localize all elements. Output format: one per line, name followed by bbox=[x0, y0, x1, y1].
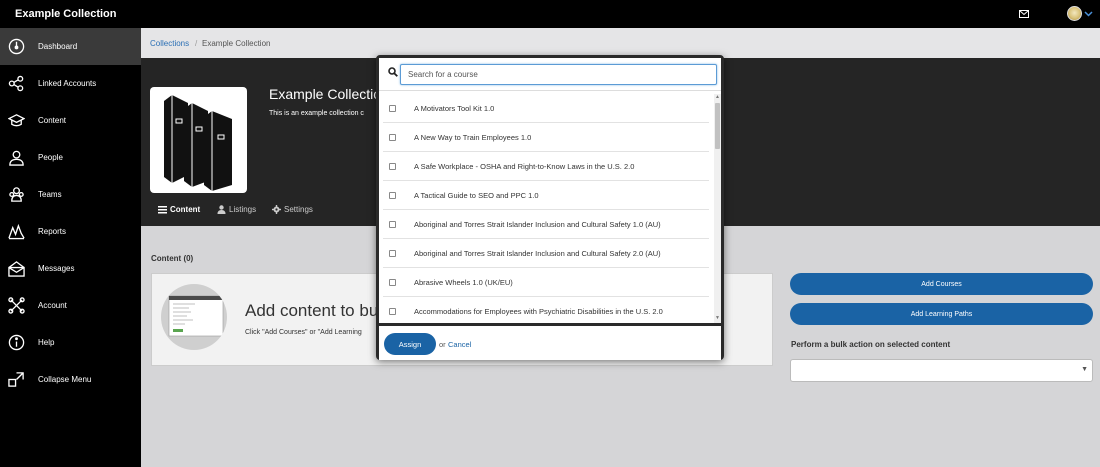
course-row[interactable]: Aboriginal and Torres Strait Islander In… bbox=[383, 210, 709, 239]
scroll-down-icon[interactable]: ▼ bbox=[715, 316, 720, 321]
sidebar-item-label: Linked Accounts bbox=[38, 79, 97, 88]
sidebar-item-people[interactable]: People bbox=[0, 139, 141, 176]
modal-footer: Assign or Cancel bbox=[379, 323, 721, 360]
sidebar-item-label: Messages bbox=[38, 264, 75, 273]
course-row[interactable]: A New Way to Train Employees 1.0 bbox=[383, 123, 709, 152]
sidebar-item-account[interactable]: Account bbox=[0, 287, 141, 324]
search-icon bbox=[388, 67, 398, 77]
course-checkbox[interactable] bbox=[389, 220, 396, 228]
gear-icon bbox=[272, 205, 281, 214]
sidebar-item-label: Content bbox=[38, 116, 67, 125]
tab-settings[interactable]: Settings bbox=[272, 205, 313, 214]
tools-icon bbox=[7, 297, 25, 315]
empty-illustration bbox=[161, 284, 227, 350]
team-icon bbox=[7, 186, 25, 204]
bulk-action-label: Perform a bulk action on selected conten… bbox=[791, 340, 951, 349]
collection-description: This is an example collection c bbox=[269, 110, 364, 117]
chevron-down-icon[interactable] bbox=[1084, 9, 1093, 18]
breadcrumb-current: Example Collection bbox=[202, 39, 271, 48]
avatar[interactable] bbox=[1067, 6, 1082, 21]
course-row[interactable]: Abrasive Wheels 1.0 (UK/EU) bbox=[383, 268, 709, 297]
course-row[interactable]: Aboriginal and Torres Strait Islander In… bbox=[383, 239, 709, 268]
share-icon bbox=[7, 75, 25, 93]
or-text: or bbox=[439, 340, 446, 349]
scroll-up-icon[interactable]: ▲ bbox=[715, 95, 720, 100]
empty-subtitle: Click "Add Courses" or "Add Learning bbox=[245, 329, 362, 336]
tab-content[interactable]: Content bbox=[158, 205, 200, 214]
sidebar-item-label: Dashboard bbox=[38, 42, 78, 51]
course-row[interactable]: A Motivators Tool Kit 1.0 bbox=[383, 94, 709, 123]
sidebar-item-label: Reports bbox=[38, 227, 67, 236]
course-checkbox[interactable] bbox=[389, 278, 396, 286]
dashboard-icon bbox=[7, 38, 25, 56]
breadcrumb-collections-link[interactable]: Collections bbox=[150, 39, 189, 48]
tab-label: Listings bbox=[229, 205, 257, 214]
course-row[interactable]: A Tactical Guide to SEO and PPC 1.0 bbox=[383, 181, 709, 210]
course-checkbox[interactable] bbox=[389, 133, 396, 141]
bulk-action-select[interactable]: ▼ bbox=[790, 359, 1093, 382]
collection-thumbnail bbox=[150, 87, 247, 193]
course-label: A New Way to Train Employees 1.0 bbox=[414, 132, 532, 142]
sidebar-item-dashboard[interactable]: Dashboard bbox=[0, 28, 141, 65]
course-label: Aboriginal and Torres Strait Islander In… bbox=[414, 219, 661, 229]
course-label: Accommodations for Employees with Psychi… bbox=[414, 306, 663, 316]
course-checkbox[interactable] bbox=[389, 249, 396, 257]
assign-course-modal: A Motivators Tool Kit 1.0 A New Way to T… bbox=[376, 55, 724, 360]
breadcrumb-separator: / bbox=[195, 39, 198, 48]
collection-title: Example Collectio bbox=[269, 86, 382, 102]
sidebar-item-label: Teams bbox=[38, 190, 62, 199]
add-learning-paths-button[interactable]: Add Learning Paths bbox=[790, 303, 1093, 325]
user-icon bbox=[217, 205, 226, 214]
course-label: A Safe Workplace - OSHA and Right-to-Kno… bbox=[414, 161, 635, 171]
collapse-icon bbox=[7, 371, 25, 389]
course-label: A Tactical Guide to SEO and PPC 1.0 bbox=[414, 190, 539, 200]
course-label: A Motivators Tool Kit 1.0 bbox=[414, 103, 495, 113]
course-checkbox[interactable] bbox=[389, 307, 396, 315]
tab-label: Content bbox=[170, 205, 201, 214]
tab-listings[interactable]: Listings bbox=[217, 205, 256, 214]
course-label: Aboriginal and Torres Strait Islander In… bbox=[414, 248, 661, 258]
sidebar-item-teams[interactable]: Teams bbox=[0, 176, 141, 213]
select-arrow-icon: ▼ bbox=[1081, 366, 1088, 373]
course-checkbox[interactable] bbox=[389, 104, 396, 112]
course-checkbox[interactable] bbox=[389, 191, 396, 199]
sidebar-item-reports[interactable]: Reports bbox=[0, 213, 141, 250]
course-row[interactable]: Accommodations for Employees with Psychi… bbox=[383, 297, 709, 323]
course-label: Abrasive Wheels 1.0 (UK/EU) bbox=[414, 277, 513, 287]
sidebar-item-label: Account bbox=[38, 301, 67, 310]
person-icon bbox=[7, 149, 25, 167]
mail-icon[interactable] bbox=[1019, 10, 1029, 18]
assign-button[interactable]: Assign bbox=[384, 333, 436, 355]
empty-title: Add content to bu bbox=[245, 301, 379, 320]
sidebar-item-linked-accounts[interactable]: Linked Accounts bbox=[0, 65, 141, 102]
sidebar-item-messages[interactable]: Messages bbox=[0, 250, 141, 287]
course-checkbox[interactable] bbox=[389, 162, 396, 170]
sidebar-item-label: Collapse Menu bbox=[38, 375, 92, 384]
sidebar: Dashboard Linked Accounts Content People… bbox=[0, 28, 141, 467]
content-count-label: Content (0) bbox=[151, 254, 194, 263]
tab-label: Settings bbox=[284, 205, 313, 214]
envelope-open-icon bbox=[7, 260, 25, 278]
sidebar-item-label: Help bbox=[38, 338, 55, 347]
sidebar-item-collapse-menu[interactable]: Collapse Menu bbox=[0, 361, 141, 398]
search-input[interactable] bbox=[400, 64, 717, 85]
add-courses-button[interactable]: Add Courses bbox=[790, 273, 1093, 295]
sidebar-item-label: People bbox=[38, 153, 63, 162]
books-icon bbox=[164, 95, 232, 191]
breadcrumb: Collections / Example Collection bbox=[141, 28, 1100, 58]
graduation-cap-icon bbox=[7, 112, 25, 130]
sidebar-item-help[interactable]: Help bbox=[0, 324, 141, 361]
course-list: A Motivators Tool Kit 1.0 A New Way to T… bbox=[379, 94, 721, 323]
chart-icon bbox=[7, 223, 25, 241]
cancel-link[interactable]: Cancel bbox=[448, 340, 471, 349]
app-title: Example Collection bbox=[15, 8, 117, 20]
search-row bbox=[379, 58, 721, 91]
course-row[interactable]: A Safe Workplace - OSHA and Right-to-Kno… bbox=[383, 152, 709, 181]
top-bar: Example Collection bbox=[0, 0, 1100, 28]
sidebar-item-content[interactable]: Content bbox=[0, 102, 141, 139]
scrollbar-thumb[interactable] bbox=[715, 103, 720, 149]
info-icon bbox=[7, 334, 25, 352]
list-icon bbox=[158, 206, 167, 214]
